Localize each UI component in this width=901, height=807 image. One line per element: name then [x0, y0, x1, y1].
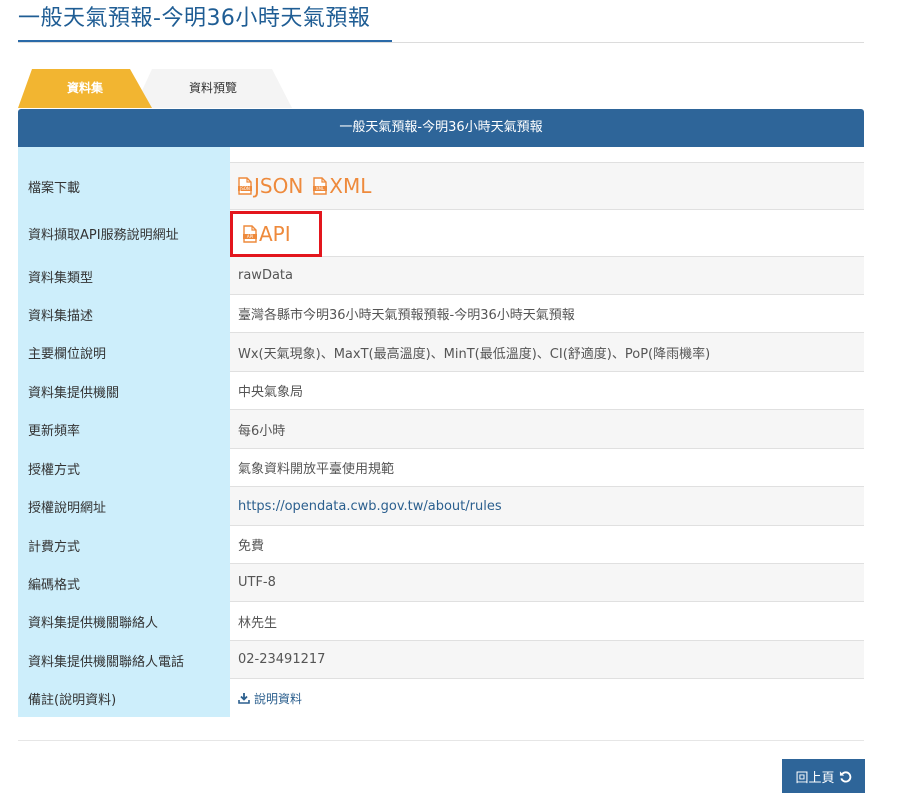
table-spacer: [230, 147, 864, 163]
row-label: 備註(說明資料): [18, 679, 230, 717]
row-value: 每6小時: [230, 410, 864, 449]
row-value: API API: [230, 210, 864, 257]
back-button[interactable]: 回上頁: [782, 759, 865, 793]
api-highlight-box: API API: [230, 210, 322, 257]
row-label: 資料集類型: [18, 257, 230, 295]
footer-divider: [18, 740, 864, 741]
table-row-description: 資料集描述 臺灣各縣市今明36小時天氣預報預報-今明36小時天氣預報: [18, 295, 864, 333]
table-row-license-url: 授權說明網址 https://opendata.cwb.gov.tw/about…: [18, 487, 864, 526]
row-label: 檔案下載: [18, 163, 230, 210]
row-value: 臺灣各縣市今明36小時天氣預報預報-今明36小時天氣預報: [230, 295, 864, 333]
row-label: 計費方式: [18, 526, 230, 564]
xml-download-link[interactable]: XML XML: [313, 174, 371, 198]
row-label: 資料集描述: [18, 295, 230, 333]
tab-bar: 資料預覽 資料集: [18, 69, 318, 108]
notes-link-label: 說明資料: [254, 691, 303, 706]
row-label: 資料擷取API服務說明網址: [18, 210, 230, 257]
title-underline: [18, 42, 864, 43]
table-header: 一般天氣預報-今明36小時天氣預報: [18, 109, 864, 147]
api-link-label: API: [259, 221, 291, 246]
notes-download-link[interactable]: 說明資料: [238, 690, 302, 707]
table-row-phone: 資料集提供機關聯絡人電話 02-23491217: [18, 641, 864, 679]
table-row-notes: 備註(說明資料) 說明資料: [18, 679, 864, 717]
row-value: Wx(天氣現象)、MaxT(最高溫度)、MinT(最低溫度)、CI(舒適度)、P…: [230, 333, 864, 372]
xml-file-icon: XML: [313, 177, 328, 195]
row-value: 02-23491217: [230, 641, 864, 679]
tab-dataset[interactable]: 資料集: [18, 69, 152, 108]
row-label: 主要欄位說明: [18, 333, 230, 372]
table-row-fee: 計費方式 免費: [18, 526, 864, 564]
dataset-info-table: 檔案下載 JSON JSON XML XML 資料擷取API服務說明網址 API…: [18, 147, 864, 717]
row-value: 說明資料: [230, 679, 864, 717]
row-value: 中央氣象局: [230, 372, 864, 410]
row-value: UTF-8: [230, 564, 864, 602]
row-value: rawData: [230, 257, 864, 295]
api-file-icon: API: [243, 224, 257, 243]
table-row-contact: 資料集提供機關聯絡人 林先生: [18, 602, 864, 641]
json-link-label: JSON: [254, 174, 304, 198]
table-row-license: 授權方式 氣象資料開放平臺使用規範: [18, 449, 864, 487]
tab-preview[interactable]: 資料預覽: [134, 69, 292, 108]
svg-text:XML: XML: [316, 186, 325, 191]
undo-arrow-icon: [839, 770, 851, 782]
json-file-icon: JSON: [238, 177, 252, 195]
table-row-frequency: 更新頻率 每6小時: [18, 410, 864, 449]
table-row-fields: 主要欄位說明 Wx(天氣現象)、MaxT(最高溫度)、MinT(最低溫度)、CI…: [18, 333, 864, 372]
row-value: JSON JSON XML XML: [230, 163, 864, 210]
xml-link-label: XML: [329, 174, 372, 198]
row-label: 授權方式: [18, 449, 230, 487]
row-label: 授權說明網址: [18, 487, 230, 526]
page-title: 一般天氣預報-今明36小時天氣預報: [18, 6, 371, 31]
table-row-encoding: 編碼格式 UTF-8: [18, 564, 864, 602]
row-value: https://opendata.cwb.gov.tw/about/rules: [230, 487, 864, 526]
download-icon: [238, 693, 250, 704]
row-label: 編碼格式: [18, 564, 230, 602]
row-value: 林先生: [230, 602, 864, 641]
row-label: 資料集提供機關聯絡人: [18, 602, 230, 641]
row-value: 氣象資料開放平臺使用規範: [230, 449, 864, 487]
svg-text:JSON: JSON: [239, 186, 250, 191]
row-value: 免費: [230, 526, 864, 564]
table-row-api: 資料擷取API服務說明網址 API API: [18, 210, 864, 257]
row-label: 資料集提供機關: [18, 372, 230, 410]
row-label: 資料集提供機關聯絡人電話: [18, 641, 230, 679]
license-url-link[interactable]: https://opendata.cwb.gov.tw/about/rules: [238, 499, 502, 514]
table-row-provider: 資料集提供機關 中央氣象局: [18, 372, 864, 410]
back-button-label: 回上頁: [795, 770, 835, 786]
svg-text:API: API: [247, 234, 253, 239]
api-link[interactable]: API API: [243, 222, 291, 246]
table-row-type: 資料集類型 rawData: [18, 257, 864, 295]
table-row-download: 檔案下載 JSON JSON XML XML: [18, 163, 864, 210]
json-download-link[interactable]: JSON JSON: [238, 174, 303, 198]
row-label: 更新頻率: [18, 410, 230, 449]
